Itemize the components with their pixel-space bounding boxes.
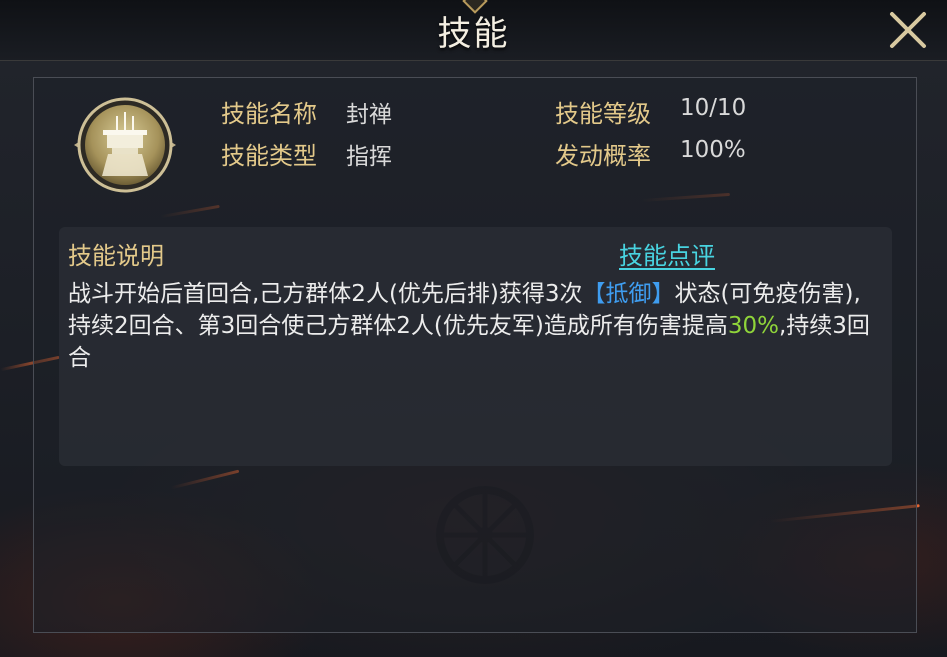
trigger-rate-label: 发动概率 <box>555 142 651 170</box>
title-bar: 技能 <box>0 0 947 61</box>
trigger-rate-value: 100% <box>680 137 746 163</box>
skill-level-label: 技能等级 <box>555 100 651 128</box>
close-button[interactable] <box>884 6 932 54</box>
altar-icon <box>74 97 176 193</box>
description-label: 技能说明 <box>68 242 164 270</box>
skill-detail-screen: 技能 技能名称 封禅 技能类型 指挥 技能等级 10/10 发动概率 100% … <box>0 0 947 657</box>
skill-level-value: 10/10 <box>680 95 747 121</box>
close-icon <box>890 12 926 48</box>
skill-type-label: 技能类型 <box>221 142 317 170</box>
skill-name-label: 技能名称 <box>221 100 317 128</box>
skill-type-value: 指挥 <box>346 144 392 170</box>
description-text: 战斗开始后首回合,己方群体2人(优先后排)获得3次【抵御】状态(可免疫伤害),持… <box>68 278 880 374</box>
skill-review-link[interactable]: 技能点评 <box>619 236 715 271</box>
skill-name-value: 封禅 <box>346 102 392 128</box>
page-title: 技能 <box>437 14 510 54</box>
description-text-part: 战斗开始后首回合,己方群体2人(优先后排)获得3次 <box>68 281 583 307</box>
status-keyword[interactable]: 【抵御】 <box>583 281 675 307</box>
bonus-percentage: 30% <box>727 313 779 339</box>
